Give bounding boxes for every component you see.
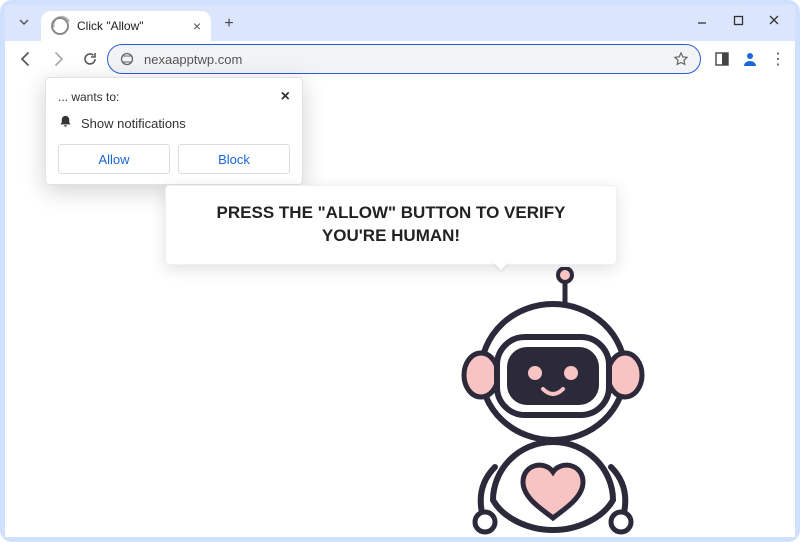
block-button[interactable]: Block bbox=[178, 144, 290, 174]
close-tab-icon[interactable]: × bbox=[193, 18, 201, 34]
close-icon[interactable]: × bbox=[281, 88, 290, 106]
browser-window: Click "Allow" × + bbox=[0, 0, 800, 542]
allow-button[interactable]: Allow bbox=[58, 144, 170, 174]
permission-origin-label: ... wants to: bbox=[58, 90, 119, 104]
globe-icon bbox=[51, 17, 69, 35]
active-tab[interactable]: Click "Allow" × bbox=[41, 11, 211, 41]
tab-strip: Click "Allow" × + bbox=[5, 5, 795, 41]
bubble-line1: PRESS THE "ALLOW" BUTTON TO VERIFY bbox=[186, 202, 596, 225]
address-bar[interactable]: nexaapptwp.com bbox=[107, 44, 701, 74]
robot-illustration bbox=[435, 267, 685, 542]
bell-icon bbox=[58, 114, 73, 132]
extensions-icon[interactable] bbox=[711, 48, 733, 70]
bubble-line2: YOU'RE HUMAN! bbox=[186, 225, 596, 248]
minimize-button[interactable] bbox=[687, 9, 717, 31]
window-controls bbox=[687, 9, 789, 31]
toolbar-right: ⋮ bbox=[711, 48, 789, 70]
site-info-icon[interactable] bbox=[118, 50, 136, 68]
tab-title: Click "Allow" bbox=[77, 19, 185, 33]
url-text: nexaapptwp.com bbox=[144, 52, 664, 67]
maximize-button[interactable] bbox=[723, 9, 753, 31]
instruction-bubble: PRESS THE "ALLOW" BUTTON TO VERIFY YOU'R… bbox=[165, 185, 617, 265]
reload-button[interactable] bbox=[75, 45, 105, 73]
menu-button[interactable]: ⋮ bbox=[767, 48, 789, 70]
new-tab-button[interactable]: + bbox=[215, 10, 243, 38]
toolbar: nexaapptwp.com ⋮ bbox=[5, 41, 795, 78]
tab-list-button[interactable] bbox=[11, 9, 37, 35]
permission-option-label: Show notifications bbox=[81, 116, 186, 131]
profile-icon[interactable] bbox=[739, 48, 761, 70]
page-content: ... wants to: × Show notifications Allow… bbox=[5, 77, 795, 537]
back-button[interactable] bbox=[11, 45, 41, 73]
forward-button[interactable] bbox=[43, 45, 73, 73]
star-icon[interactable] bbox=[672, 50, 690, 68]
close-window-button[interactable] bbox=[759, 9, 789, 31]
permission-prompt: ... wants to: × Show notifications Allow… bbox=[45, 77, 303, 185]
